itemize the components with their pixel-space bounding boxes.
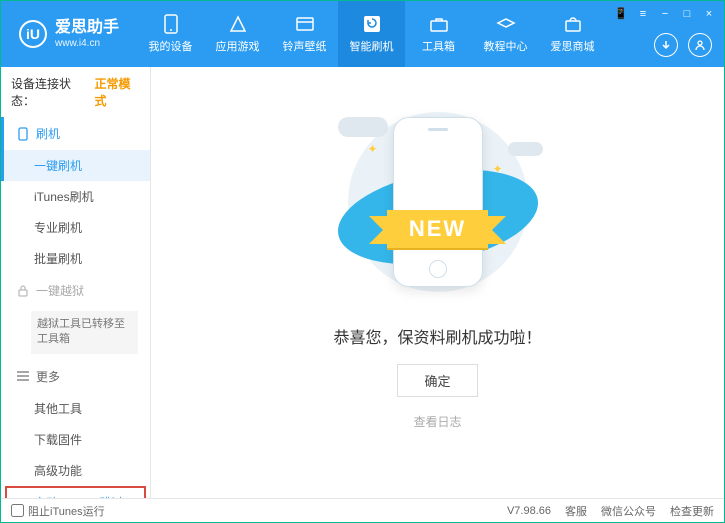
- success-message: 恭喜您，保资料刷机成功啦！: [333, 324, 541, 348]
- update-link[interactable]: 检查更新: [670, 503, 714, 519]
- checkbox-auto-activate[interactable]: 自动激活: [17, 494, 69, 498]
- minimize-icon[interactable]: −: [658, 7, 672, 21]
- titlebar-device-icon[interactable]: 📱: [614, 7, 628, 21]
- nav-store[interactable]: 爱思商城: [539, 1, 606, 67]
- phone-icon: [16, 127, 30, 141]
- app-header: iU 爱思助手 www.i4.cn 我的设备 应用游戏 铃声壁纸 智能刷机 工具…: [1, 1, 724, 67]
- logo-icon: iU: [19, 20, 47, 48]
- sidebar-item-other-tools[interactable]: 其他工具: [4, 393, 150, 424]
- hat-icon: [496, 14, 516, 34]
- user-icon[interactable]: [688, 33, 712, 57]
- service-link[interactable]: 客服: [565, 503, 587, 519]
- maximize-icon[interactable]: □: [680, 7, 694, 21]
- sidebar-item-advanced[interactable]: 高级功能: [4, 455, 150, 486]
- checkbox-label: 跳过向导: [100, 494, 135, 498]
- apps-icon: [228, 14, 248, 34]
- nav-toolbox[interactable]: 工具箱: [405, 1, 472, 67]
- nav-flash[interactable]: 智能刷机: [338, 1, 405, 67]
- sidebar-item-oneclick-flash[interactable]: 一键刷机: [1, 150, 150, 181]
- section-title: 一键越狱: [36, 282, 84, 299]
- status-label: 设备连接状态：: [11, 75, 91, 109]
- nav-ringtones[interactable]: 铃声壁纸: [271, 1, 338, 67]
- titlebar-menu-icon[interactable]: ≡: [636, 7, 650, 21]
- nav-label: 我的设备: [149, 38, 193, 54]
- options-highlight-box: 自动激活 跳过向导: [5, 486, 146, 498]
- status-bar: 阻止iTunes运行 V7.98.66 客服 微信公众号 检查更新: [1, 498, 724, 522]
- list-icon: [16, 369, 30, 383]
- refresh-icon: [362, 14, 382, 34]
- sidebar-item-batch-flash[interactable]: 批量刷机: [4, 243, 150, 274]
- sidebar-item-pro-flash[interactable]: 专业刷机: [4, 212, 150, 243]
- logo-block: iU 爱思助手 www.i4.cn: [1, 18, 137, 49]
- section-more[interactable]: 更多: [1, 360, 150, 393]
- close-icon[interactable]: ×: [702, 7, 716, 21]
- section-title: 刷机: [36, 125, 60, 142]
- section-jailbreak[interactable]: 一键越狱: [1, 274, 150, 307]
- nav-apps[interactable]: 应用游戏: [204, 1, 271, 67]
- phone-icon: [161, 14, 181, 34]
- checkbox-label: 阻止iTunes运行: [28, 503, 105, 519]
- lock-icon: [16, 284, 30, 298]
- nav-my-device[interactable]: 我的设备: [137, 1, 204, 67]
- nav-label: 教程中心: [484, 38, 528, 54]
- nav-label: 铃声壁纸: [283, 38, 327, 54]
- nav-tutorials[interactable]: 教程中心: [472, 1, 539, 67]
- download-icon[interactable]: [654, 33, 678, 57]
- new-ribbon: NEW: [387, 210, 488, 248]
- nav-label: 应用游戏: [216, 38, 260, 54]
- wechat-link[interactable]: 微信公众号: [601, 503, 656, 519]
- store-icon: [563, 14, 583, 34]
- checkbox-input[interactable]: [11, 504, 24, 517]
- checkbox-block-itunes[interactable]: 阻止iTunes运行: [11, 503, 105, 519]
- section-flash[interactable]: 刷机: [1, 117, 150, 150]
- toolbox-icon: [429, 14, 449, 34]
- sidebar: 设备连接状态： 正常模式 刷机 一键刷机 iTunes刷机 专业刷机 批量刷机 …: [1, 67, 151, 498]
- sidebar-item-itunes-flash[interactable]: iTunes刷机: [4, 181, 150, 212]
- nav-label: 智能刷机: [350, 38, 394, 54]
- app-url: www.i4.cn: [55, 38, 119, 50]
- media-icon: [295, 14, 315, 34]
- main-nav: 我的设备 应用游戏 铃声壁纸 智能刷机 工具箱 教程中心 爱思商城: [137, 1, 606, 67]
- jailbreak-note: 越狱工具已转移至工具箱: [31, 311, 138, 354]
- section-title: 更多: [36, 368, 60, 385]
- nav-label: 爱思商城: [551, 38, 595, 54]
- checkbox-label: 自动激活: [34, 494, 69, 498]
- view-log-link[interactable]: 查看日志: [413, 413, 461, 430]
- sidebar-item-download-fw[interactable]: 下载固件: [4, 424, 150, 455]
- sparkle-icon: ✦: [492, 162, 502, 176]
- status-value: 正常模式: [95, 75, 140, 109]
- nav-label: 工具箱: [422, 38, 455, 54]
- checkbox-skip-guide[interactable]: 跳过向导: [83, 494, 135, 498]
- titlebar-controls: 📱 ≡ − □ ×: [614, 7, 716, 21]
- ok-button[interactable]: 确定: [397, 364, 477, 397]
- version-text: V7.98.66: [507, 505, 551, 517]
- main-content: NEW ✦ ✦ 恭喜您，保资料刷机成功啦！ 确定 查看日志: [151, 67, 724, 498]
- sparkle-icon: ✦: [368, 142, 378, 156]
- app-name: 爱思助手: [55, 18, 119, 37]
- connection-status: 设备连接状态： 正常模式: [1, 67, 150, 117]
- success-illustration: NEW ✦ ✦: [328, 102, 548, 302]
